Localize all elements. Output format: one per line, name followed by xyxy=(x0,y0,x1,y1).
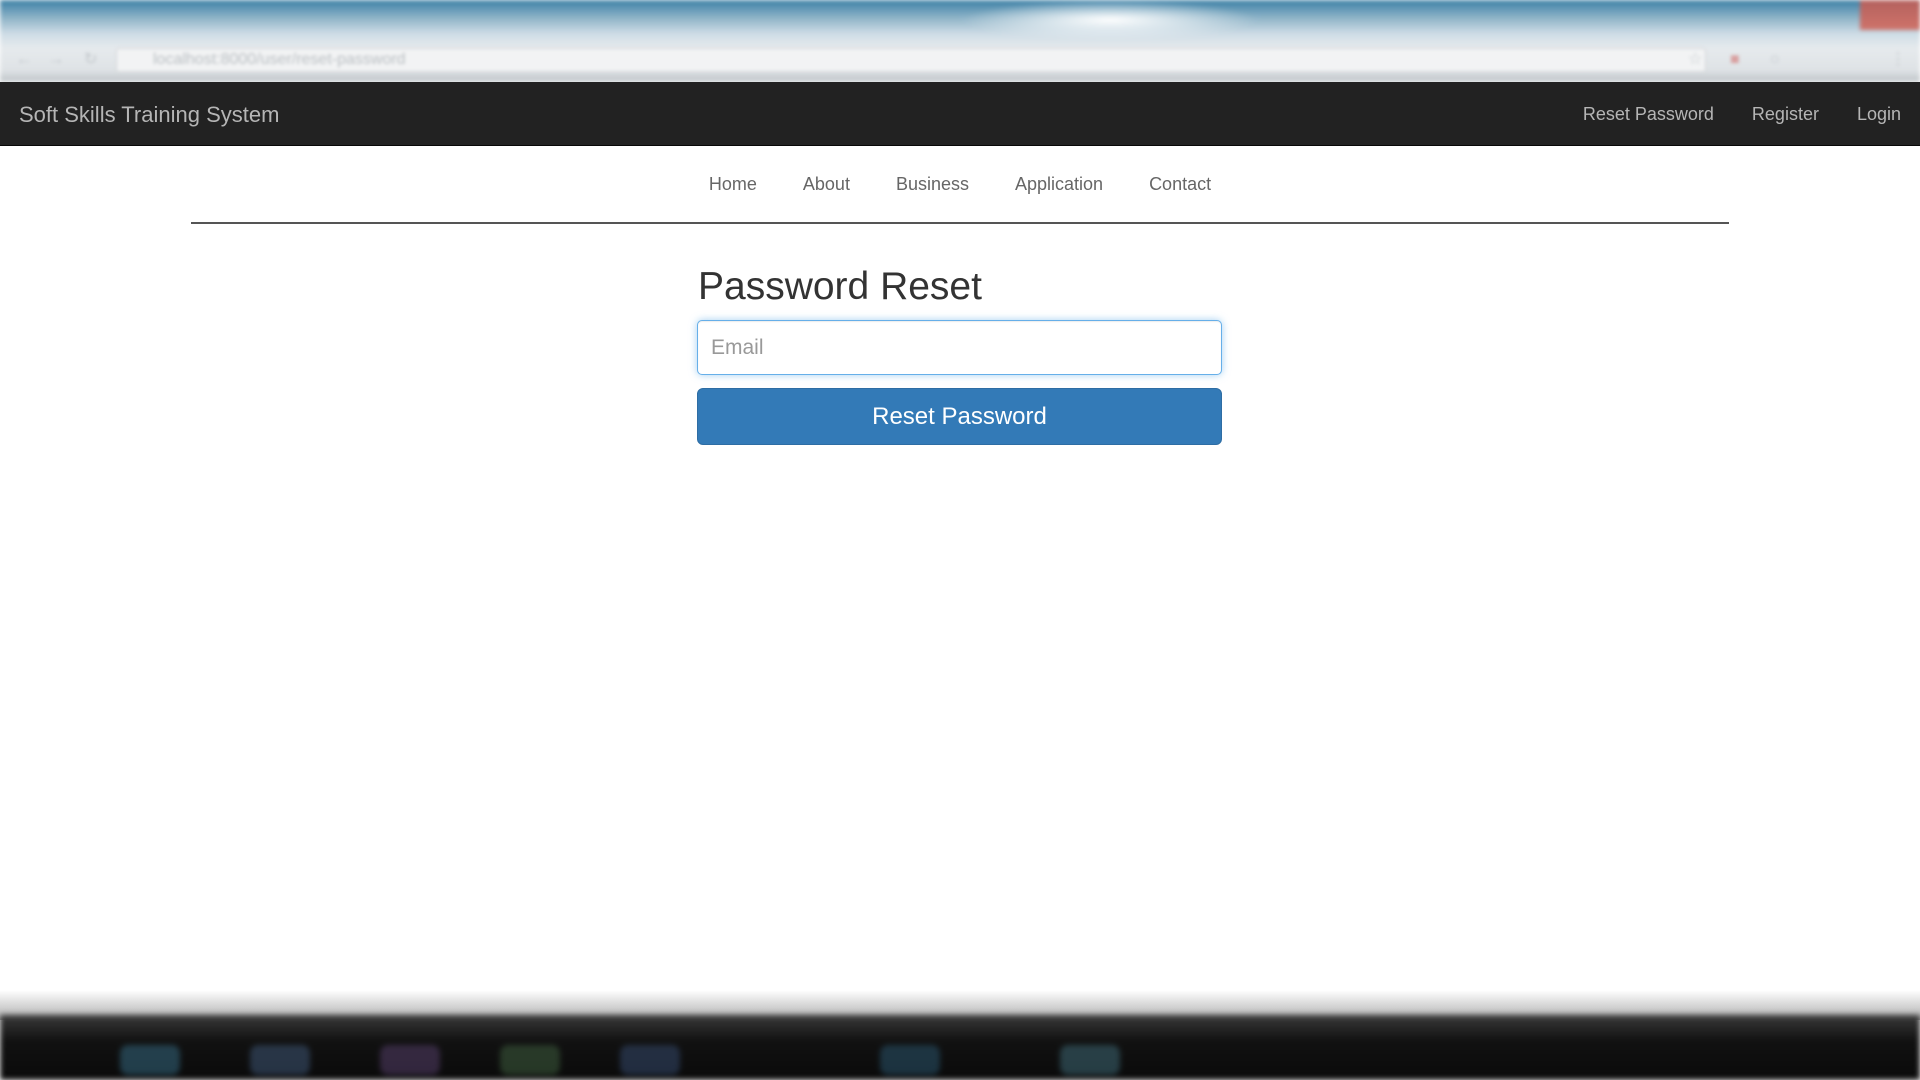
chrome-glow xyxy=(960,0,1260,40)
reload-icon[interactable]: ↻ xyxy=(84,52,100,68)
url-text: localhost:8000/user/reset-password xyxy=(153,51,406,68)
sync-icon[interactable]: ○ xyxy=(1770,52,1786,68)
address-bar[interactable]: localhost:8000/user/reset-password xyxy=(116,48,1706,72)
back-arrow-icon[interactable]: ← xyxy=(16,52,32,68)
taskbar-app-icon[interactable] xyxy=(880,1045,940,1075)
page-title: Password Reset xyxy=(698,265,982,308)
close-window-area[interactable] xyxy=(1860,0,1920,30)
reset-password-button[interactable]: Reset Password xyxy=(697,388,1222,445)
extension-icon[interactable]: ■ xyxy=(1730,52,1746,68)
subnav-business-link[interactable]: Business xyxy=(873,174,992,195)
os-taskbar xyxy=(0,1015,1920,1080)
taskbar-app-icon[interactable] xyxy=(250,1045,310,1075)
nav-login-link[interactable]: Login xyxy=(1838,104,1920,125)
forward-arrow-icon[interactable]: → xyxy=(48,52,64,68)
navbar-right-links: Reset Password Register Login xyxy=(1564,82,1920,146)
subnav-about-link[interactable]: About xyxy=(780,174,873,195)
nav-reset-password-link[interactable]: Reset Password xyxy=(1564,104,1733,125)
taskbar-app-icon[interactable] xyxy=(500,1045,560,1075)
password-reset-form: Password Reset Reset Password xyxy=(697,262,1222,445)
menu-dots-icon[interactable]: ⋮ xyxy=(1890,52,1906,68)
bookmark-star-icon[interactable]: ☆ xyxy=(1688,52,1704,68)
taskbar-app-icon[interactable] xyxy=(120,1045,180,1075)
email-input[interactable] xyxy=(697,320,1222,375)
taskbar-app-icon[interactable] xyxy=(620,1045,680,1075)
secondary-nav: Home About Business Application Contact xyxy=(191,146,1729,224)
taskbar-app-icon[interactable] xyxy=(380,1045,440,1075)
subnav-application-link[interactable]: Application xyxy=(992,174,1126,195)
brand-link[interactable]: Soft Skills Training System xyxy=(19,102,279,128)
taskbar-app-icon[interactable] xyxy=(1060,1045,1120,1075)
subnav-home-link[interactable]: Home xyxy=(686,174,780,195)
subnav-contact-link[interactable]: Contact xyxy=(1126,174,1234,195)
top-navbar: Soft Skills Training System Reset Passwo… xyxy=(0,82,1920,146)
nav-register-link[interactable]: Register xyxy=(1733,104,1838,125)
